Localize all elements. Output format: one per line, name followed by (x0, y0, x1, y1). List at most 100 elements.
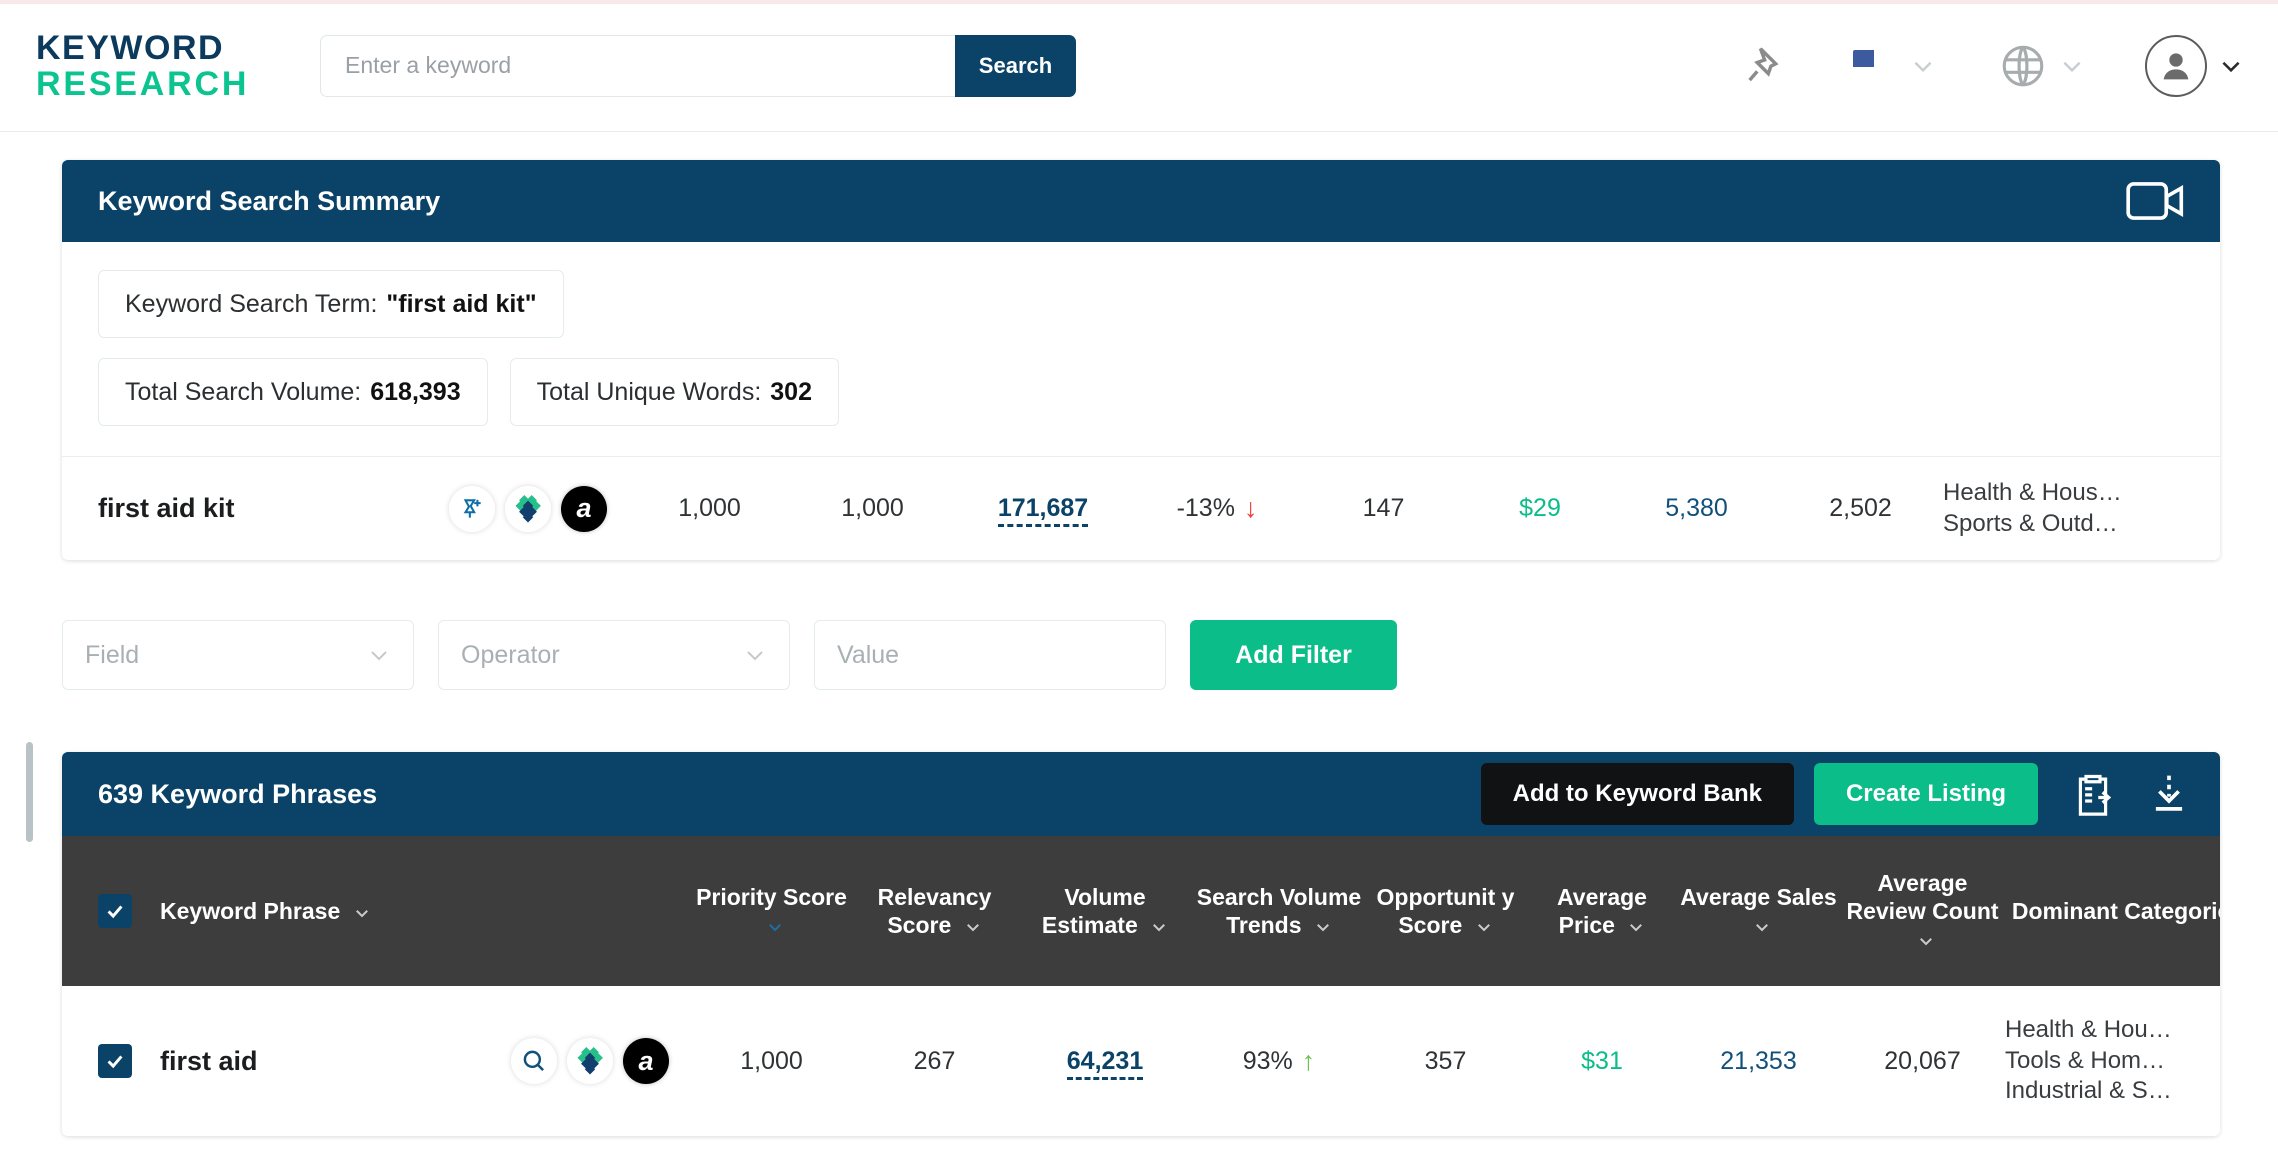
row-checkbox[interactable] (98, 1044, 132, 1078)
column-label: Volume Estimate (1041, 883, 1146, 938)
add-to-list-icon[interactable] (449, 485, 495, 532)
select-all-checkbox[interactable] (98, 894, 132, 928)
app-header: KEYWORD RESEARCH Search (0, 0, 2278, 132)
value-input[interactable] (814, 620, 1166, 690)
row-opportunity-score: 357 (1424, 1046, 1467, 1075)
diamond-grid (577, 1046, 603, 1075)
chevron-down-icon (1630, 923, 1643, 932)
clipboard-import-icon[interactable] (2072, 771, 2114, 817)
app-page: KEYWORD RESEARCH Search (0, 0, 2278, 1168)
summary-opportunity-score: 147 (1362, 494, 1405, 522)
chevron-down-icon (1153, 923, 1166, 932)
operator-select[interactable]: Operator (438, 620, 790, 690)
summary-relevancy-score: 1,000 (841, 494, 904, 522)
column-header-keyword-phrase[interactable]: Keyword Phrase (160, 897, 490, 925)
summary-average-review-count: 2,502 (1829, 494, 1892, 522)
column-label: Dominant Categories (2011, 897, 2220, 924)
amazon-a-glyph: a (576, 493, 592, 523)
column-header-search-volume-trends[interactable]: Search Volume Trends (1194, 883, 1364, 939)
column-label: Opportunit y Score (1376, 883, 1515, 938)
column-header-priority-score[interactable]: Priority Score (690, 883, 853, 939)
phrases-table-header: Keyword Phrase Priority Score Relevancy … (62, 836, 2220, 986)
search-magnifier-icon[interactable] (511, 1038, 557, 1084)
row-checkbox-cell (98, 1044, 160, 1078)
row-icons: a (490, 1038, 690, 1084)
chevron-down-icon (2063, 61, 2081, 72)
column-header-average-price[interactable]: Average Price (1527, 883, 1677, 939)
download-icon[interactable] (2148, 771, 2190, 817)
chevron-down-icon (768, 923, 781, 932)
search-term-label: Keyword Search Term: (125, 289, 378, 318)
total-unique-words-value: 302 (770, 377, 812, 406)
row-average-review-count: 20,067 (1884, 1046, 1961, 1075)
summary-priority-score: 1,000 (678, 494, 741, 522)
total-unique-words-chip: Total Unique Words: 302 (509, 358, 839, 426)
chevron-down-icon (1919, 937, 1932, 946)
category-line: Health & Hous… (1943, 478, 2122, 506)
chevron-down-icon (371, 651, 387, 661)
us-flag-icon (1853, 50, 1899, 81)
column-header-average-review-count[interactable]: Average Review Count (1840, 869, 2005, 953)
column-label: Search Volume Trends (1196, 883, 1362, 938)
summary-dominant-categories: Health & Hous… Sports & Outd… (1943, 478, 2188, 539)
row-keyword-phrase[interactable]: first aid (160, 1046, 490, 1077)
create-listing-button[interactable]: Create Listing (1813, 763, 2038, 825)
chevron-down-icon (2222, 61, 2240, 72)
row-relevancy-score: 267 (913, 1046, 956, 1075)
add-to-keyword-bank-button[interactable]: Add to Keyword Bank (1480, 763, 1794, 825)
video-icon[interactable] (2126, 181, 2184, 221)
search-term-chip: Keyword Search Term: "first aid kit" (98, 270, 564, 338)
page-title: Keyword Search Summary (98, 185, 441, 216)
helium-diamond-icon[interactable] (567, 1038, 613, 1084)
column-header-opportunity-score[interactable]: Opportunit y Score (1364, 883, 1527, 939)
row-search-volume-trend: 93% ↑ (1194, 1047, 1364, 1076)
chevron-down-icon (1914, 61, 1932, 72)
globe-icon (2002, 45, 2044, 86)
row-average-price: $31 (1581, 1046, 1623, 1075)
column-header-relevancy-score[interactable]: Relevancy Score (853, 883, 1016, 939)
region-selector[interactable] (1998, 41, 2085, 91)
chevron-down-icon (355, 909, 368, 918)
total-search-volume-value: 618,393 (370, 377, 461, 406)
summary-volume-estimate[interactable]: 171,687 (954, 494, 1132, 527)
pin-icon[interactable] (1741, 40, 1853, 92)
row-priority-score: 1,000 (740, 1046, 803, 1075)
summary-metrics: 1,000 1,000 171,687 -13% ↓ 147 $29 5,380 (628, 478, 2188, 539)
language-selector[interactable] (1853, 50, 1936, 81)
page-scrollbar-handle[interactable] (26, 742, 33, 842)
column-header-average-sales[interactable]: Average Sales (1677, 883, 1840, 939)
add-filter-button[interactable]: Add Filter (1190, 620, 1397, 690)
summary-body: Keyword Search Term: "first aid kit" Tot… (62, 242, 2220, 560)
phrases-count-title: 639 Keyword Phrases (98, 778, 378, 809)
keyword-search-summary-card: Keyword Search Summary Keyword Search Te… (62, 160, 2220, 560)
amazon-icon[interactable]: a (623, 1038, 669, 1084)
search-button[interactable]: Search (955, 34, 1076, 97)
amazon-icon[interactable]: a (561, 485, 607, 532)
summary-average-price: $29 (1519, 494, 1561, 522)
summary-volume-estimate-value: 171,687 (997, 494, 1089, 527)
row-volume-estimate[interactable]: 64,231 (1016, 1046, 1194, 1080)
diamond-grid (515, 494, 541, 523)
logo-line-2: RESEARCH (36, 64, 250, 103)
search-input[interactable] (320, 34, 955, 97)
column-header-volume-estimate[interactable]: Volume Estimate (1016, 883, 1194, 939)
summary-panel-header: Keyword Search Summary (62, 160, 2220, 242)
column-header-dominant-categories: Dominant Categories (2005, 897, 2220, 925)
chevron-down-icon (1316, 923, 1329, 932)
summary-search-volume-trend: -13% ↓ (1132, 494, 1302, 523)
field-select[interactable]: Field (62, 620, 414, 690)
logo-line-1: KEYWORD (36, 28, 225, 67)
app-logo[interactable]: KEYWORD RESEARCH (36, 31, 286, 101)
search-term-line: Keyword Search Term: "first aid kit" (62, 270, 2220, 338)
select-all-checkbox-cell (98, 894, 160, 928)
summary-keyword-name: first aid kit (98, 493, 235, 523)
helium-diamond-icon[interactable] (505, 485, 551, 532)
summary-row-icons: a (428, 485, 628, 532)
row-trend-value: 93% (1242, 1046, 1293, 1075)
account-menu[interactable] (2145, 34, 2244, 97)
search-term-value: "first aid kit" (386, 289, 537, 318)
filter-bar: Field Operator Add Filter (62, 620, 2220, 690)
operator-select-label: Operator (461, 640, 560, 669)
user-icon (2163, 52, 2189, 79)
row-volume-estimate-value: 64,231 (1066, 1046, 1144, 1080)
